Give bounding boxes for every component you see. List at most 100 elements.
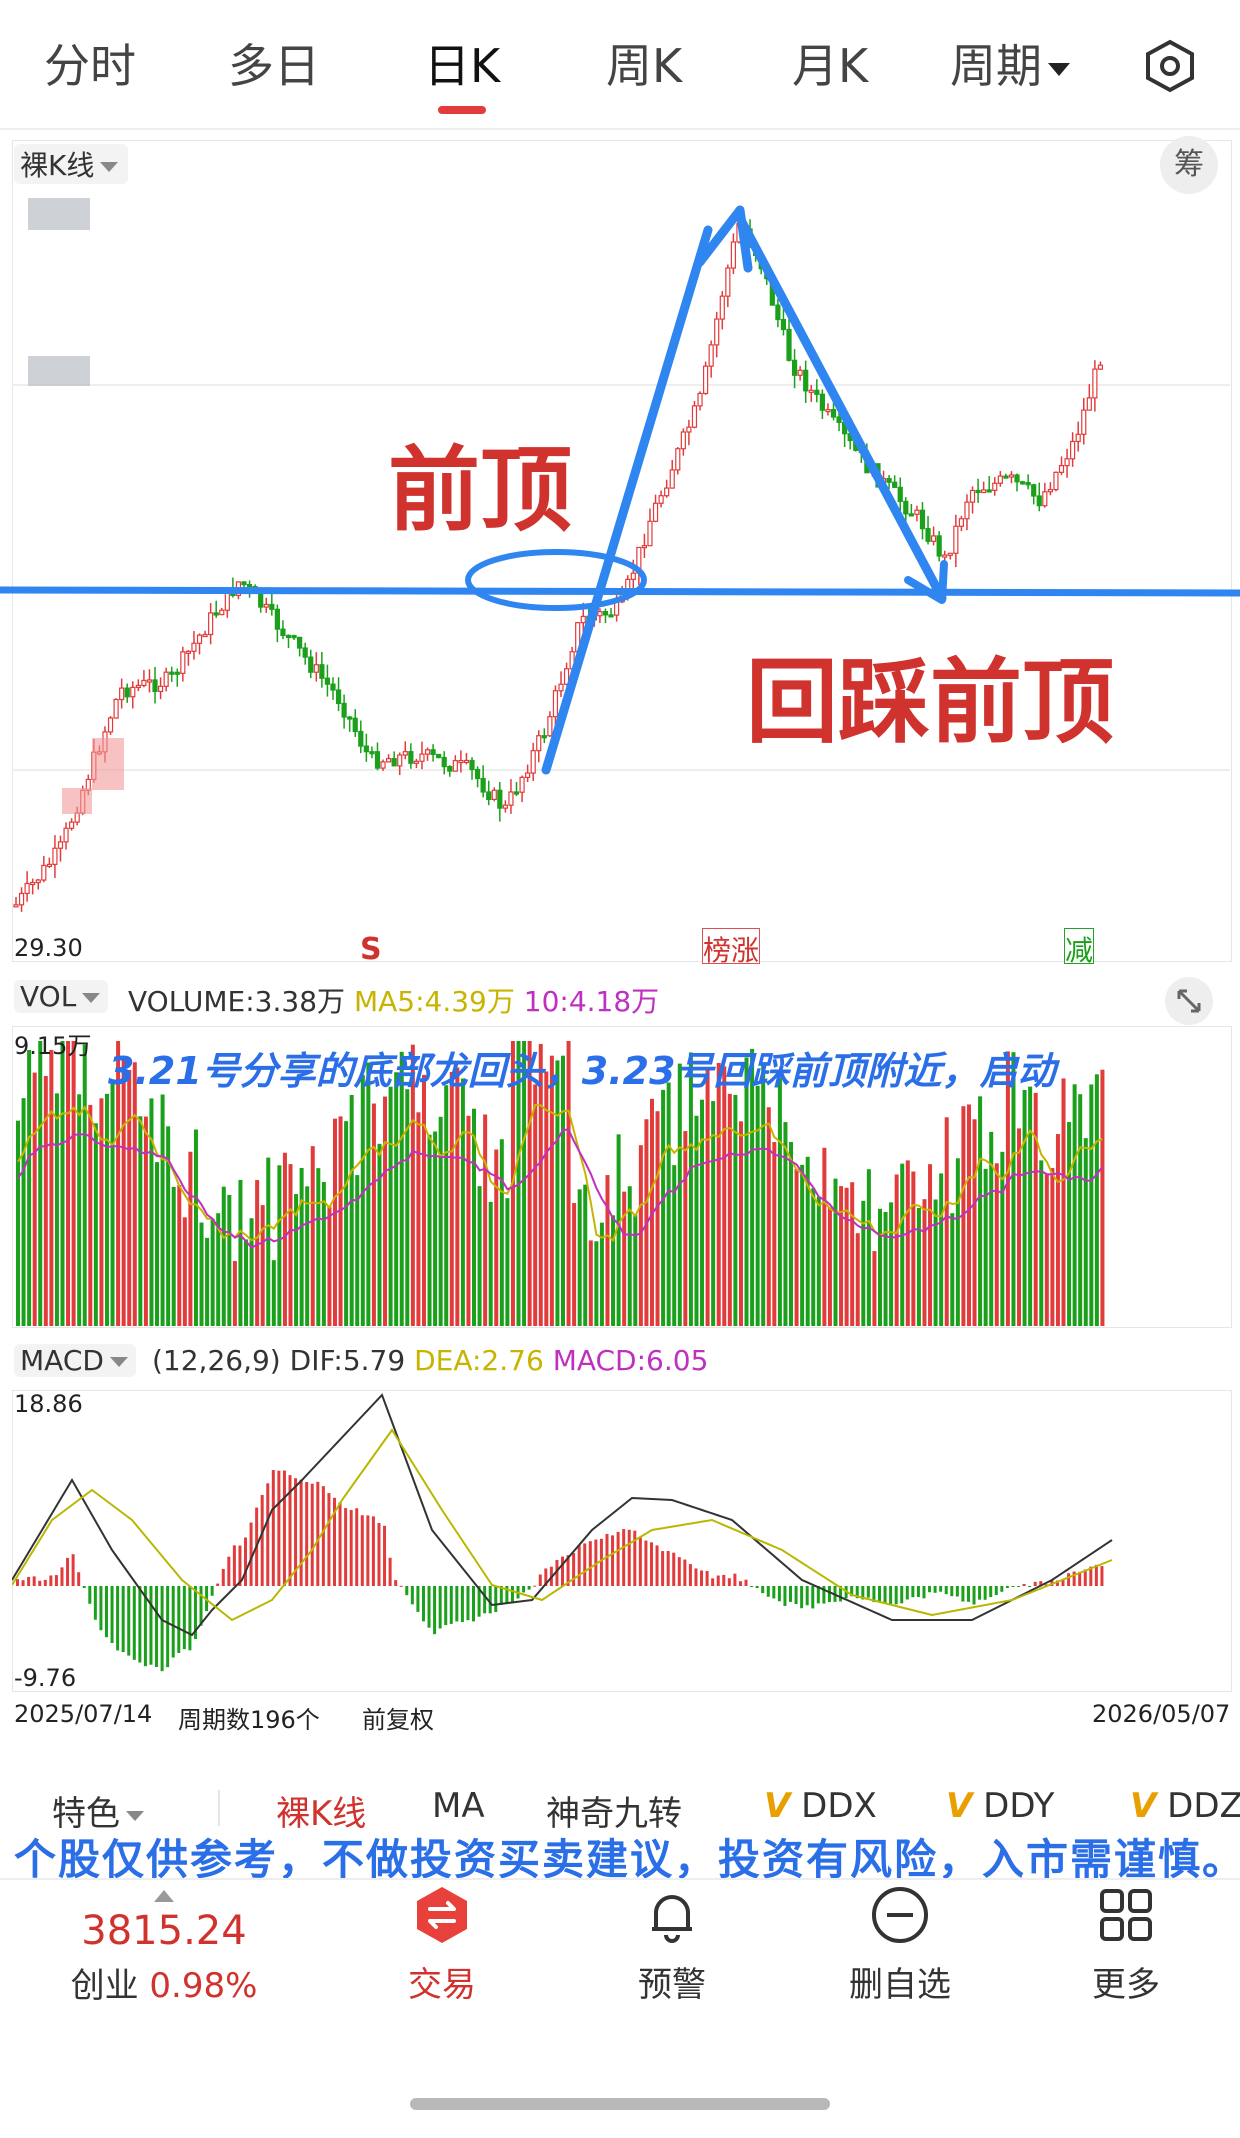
macd-bar: [66, 1557, 70, 1586]
candle: [1092, 360, 1098, 412]
indicator-tab-ddz[interactable]: V DDZ: [1130, 1786, 1240, 1826]
volume-bar: [232, 1261, 237, 1326]
volume-bar: [1061, 1078, 1066, 1326]
candle: [163, 667, 169, 692]
candle: [386, 754, 392, 763]
candle: [413, 758, 420, 769]
alert-button[interactable]: 预警: [572, 1885, 772, 2006]
macd-bar: [944, 1586, 948, 1595]
candle: [180, 646, 186, 682]
indicator-tab-ma[interactable]: MA: [432, 1786, 485, 1826]
macd-bar: [177, 1586, 181, 1653]
macd-bar: [494, 1586, 498, 1613]
volume-bar: [605, 1175, 610, 1326]
expand-icon[interactable]: [1164, 976, 1214, 1026]
macd-bar: [961, 1586, 965, 1602]
previous-top-support-line: [0, 586, 1240, 597]
macd-bar: [738, 1581, 742, 1586]
macd-bar: [43, 1579, 47, 1586]
volume-bar: [132, 1062, 137, 1326]
macd-bar: [221, 1569, 225, 1586]
macd-bar: [955, 1586, 959, 1597]
volume-bar: [577, 1189, 582, 1326]
candle: [825, 403, 831, 416]
candle: [675, 447, 681, 475]
candle: [680, 428, 686, 456]
candle: [291, 634, 297, 640]
trade-label: 交易: [408, 1965, 476, 2005]
macd-bar: [110, 1586, 114, 1644]
volume-bar: [316, 1168, 321, 1326]
volume-bar: [777, 1078, 782, 1326]
volume-bar: [1022, 1089, 1027, 1326]
macd-bar: [1011, 1586, 1015, 1587]
macd-bar: [1100, 1566, 1104, 1586]
macd-bar: [572, 1553, 576, 1586]
blurred-marker-block: [92, 738, 124, 790]
candle: [347, 715, 353, 732]
home-indicator: [410, 2098, 830, 2110]
indicator-tab-ddy[interactable]: V DDY: [946, 1786, 1054, 1826]
macd-bar: [655, 1545, 659, 1586]
volume-bar: [583, 1184, 588, 1326]
volume-bar: [611, 1215, 616, 1326]
volume-bar: [155, 1162, 160, 1326]
indicator-tab-ddx[interactable]: V DDX: [764, 1786, 877, 1826]
candle: [313, 652, 319, 682]
volume-bar: [872, 1251, 877, 1326]
macd-bar: [232, 1545, 236, 1586]
candle: [324, 664, 331, 697]
candle: [202, 630, 208, 638]
macd-bar: [922, 1586, 926, 1599]
volume-bar: [816, 1196, 821, 1326]
volume-bar: [338, 1116, 343, 1326]
volume-bar: [1094, 1074, 1099, 1326]
candle: [174, 668, 180, 687]
candle: [669, 460, 675, 489]
candle: [486, 780, 492, 806]
candle: [1047, 482, 1053, 496]
macd-indicator-selector[interactable]: MACD: [14, 1344, 136, 1377]
macd-bar: [900, 1586, 904, 1604]
volume-bar: [327, 1206, 332, 1326]
signal-s-marker[interactable]: S: [360, 932, 382, 967]
volume-bar: [221, 1186, 226, 1326]
more-button[interactable]: 更多: [1026, 1885, 1226, 2006]
index-quote[interactable]: 3815.24 创业 0.98%: [64, 1890, 264, 2007]
vol-ma10: 10:4.18万: [523, 985, 660, 1018]
candle: [391, 751, 397, 767]
volume-bar: [266, 1157, 271, 1326]
macd-bar: [38, 1580, 42, 1586]
trade-button[interactable]: 交易: [342, 1885, 542, 2006]
macd-bar: [877, 1586, 881, 1603]
event-markers[interactable]: 榜涨: [702, 928, 761, 967]
candle: [41, 856, 47, 883]
macd-bar: [611, 1535, 615, 1586]
candle: [130, 681, 136, 709]
volume-bar: [21, 1098, 26, 1326]
candle: [497, 782, 503, 822]
candle: [319, 652, 325, 688]
candle: [914, 505, 920, 522]
macd-bar: [93, 1586, 97, 1620]
volume-bar: [944, 1117, 949, 1326]
remove-watchlist-button[interactable]: 删自选: [800, 1885, 1000, 2006]
candle: [369, 746, 375, 759]
candle: [124, 683, 130, 703]
vol-indicator-selector[interactable]: VOL: [14, 980, 109, 1013]
macd-bar: [700, 1570, 704, 1586]
volume-bar: [143, 1116, 148, 1326]
volume-bar: [555, 1060, 560, 1326]
marker-jian[interactable]: 减: [1064, 928, 1095, 967]
candle: [1042, 482, 1048, 508]
candle: [1075, 421, 1081, 452]
range-end-date: 2026/05/07: [1092, 1700, 1231, 1728]
volume-bar: [1044, 1173, 1049, 1326]
macd-bar: [727, 1578, 731, 1586]
candle: [1031, 483, 1037, 505]
candle: [892, 475, 898, 488]
more-label: 更多: [1092, 1965, 1160, 2005]
volume-bar: [666, 1082, 671, 1326]
macd-bar: [533, 1585, 537, 1587]
volume-bar: [1089, 1084, 1094, 1326]
